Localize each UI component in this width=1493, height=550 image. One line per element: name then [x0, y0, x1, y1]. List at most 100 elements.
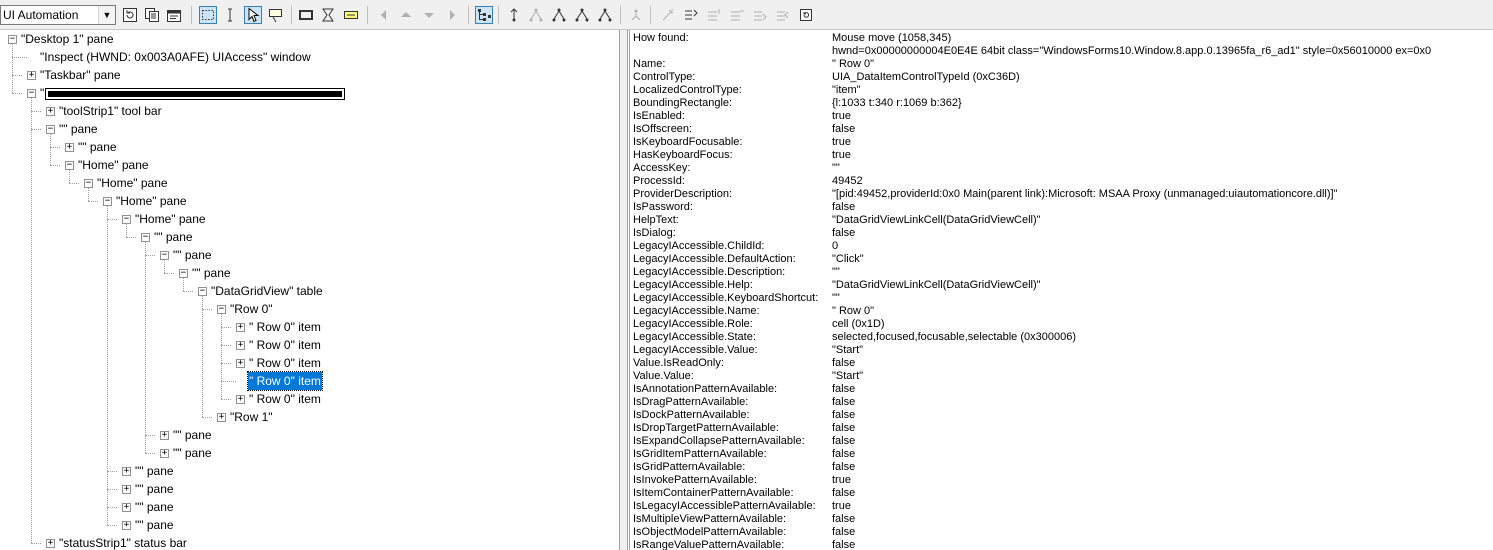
tree-connector-line — [107, 525, 117, 526]
tree-node[interactable]: + " Row 0" item — [0, 318, 610, 336]
navigate-next-sibling-icon[interactable] — [597, 7, 613, 23]
collapse-icon[interactable]: − — [217, 305, 226, 314]
navigate-back-icon[interactable] — [376, 7, 392, 23]
tree-node[interactable]: "Inspect (HWND: 0x003A0AFE) UIAccess" wi… — [0, 48, 610, 66]
expand-icon[interactable]: + — [122, 503, 131, 512]
expand-icon[interactable]: + — [122, 467, 131, 476]
expand-icon[interactable]: + — [27, 71, 36, 80]
navigate-parent-icon[interactable] — [398, 7, 414, 23]
collapse-icon[interactable]: − — [84, 179, 93, 188]
collapse-icon[interactable]: − — [46, 125, 55, 134]
tree-node[interactable]: − "DataGridView" table — [0, 282, 610, 300]
tree-node[interactable]: + "Row 1" — [0, 408, 610, 426]
copy-icon[interactable] — [144, 7, 160, 23]
action-icon[interactable] — [628, 7, 644, 23]
default-action-icon[interactable] — [660, 7, 676, 23]
add-selection-icon[interactable] — [706, 7, 722, 23]
show-tooltip-icon[interactable] — [268, 7, 284, 23]
expand-icon[interactable]: + — [236, 395, 245, 404]
tree-node[interactable]: − "Home" pane — [0, 156, 610, 174]
refresh-element-icon[interactable] — [798, 7, 814, 23]
tree-connector-line — [12, 93, 22, 94]
tree-node[interactable]: − "" pane — [0, 246, 610, 264]
navigate-next-icon[interactable] — [444, 7, 460, 23]
expand-icon[interactable]: + — [236, 359, 245, 368]
navigate-prev-sibling-icon[interactable] — [528, 7, 544, 23]
property-row: IsEnabled: true — [630, 110, 1493, 123]
tree-node[interactable]: + " Row 0" item — [0, 390, 610, 408]
element-tree[interactable]: − "Desktop 1" pane "Inspect (HWND: 0x003A0… — [0, 30, 620, 550]
collapse-icon[interactable]: − — [179, 269, 188, 278]
property-row: LegacyIAccessible.Name: " Row 0" — [630, 305, 1493, 318]
tree-node[interactable]: + "toolStrip1" tool bar — [0, 102, 610, 120]
take-focus-icon[interactable] — [752, 7, 768, 23]
collapse-icon[interactable]: − — [65, 161, 74, 170]
tree-node[interactable]: + "" pane — [0, 462, 610, 480]
expand-icon[interactable]: + — [65, 143, 74, 152]
tree-node[interactable]: − " — [0, 84, 610, 102]
property-row: LegacyIAccessible.Help: "DataGridViewLink… — [630, 279, 1493, 292]
remove-selection-icon[interactable] — [729, 7, 745, 23]
highlight-rectangle-icon[interactable] — [298, 7, 314, 23]
select-icon[interactable] — [683, 7, 699, 23]
tree-node[interactable]: − "Home" pane — [0, 210, 610, 228]
collapse-icon[interactable]: − — [160, 251, 169, 260]
tree-node[interactable]: " Row 0" item — [0, 371, 610, 391]
watch-cursor-icon[interactable] — [244, 6, 262, 24]
tree-node[interactable]: − "" pane — [0, 228, 610, 246]
expand-icon[interactable]: + — [217, 413, 226, 422]
tree-node[interactable]: − "" pane — [0, 264, 610, 282]
collapse-icon[interactable]: − — [141, 233, 150, 242]
collapse-icon[interactable]: − — [8, 35, 17, 44]
collapse-icon[interactable]: − — [27, 89, 36, 98]
tree-node[interactable]: − "Row 0" — [0, 300, 610, 318]
navigate-last-child-icon[interactable] — [775, 7, 791, 23]
property-row: IsPassword: false — [630, 201, 1493, 214]
tree-node[interactable]: + "Taskbar" pane — [0, 66, 610, 84]
tree-node-label: "" pane — [78, 140, 117, 154]
pane-splitter[interactable] — [620, 30, 628, 550]
navigate-last-icon[interactable] — [574, 7, 590, 23]
expand-icon[interactable]: + — [46, 539, 55, 548]
expand-icon[interactable]: + — [236, 341, 245, 350]
chevron-down-icon[interactable]: ▼ — [98, 6, 115, 24]
expand-icon[interactable]: + — [46, 107, 55, 116]
options-icon[interactable] — [166, 7, 182, 23]
collapse-icon[interactable]: − — [103, 197, 112, 206]
tree-node[interactable]: − "Home" pane — [0, 192, 610, 210]
watch-caret-icon[interactable] — [222, 7, 238, 23]
tree-node[interactable]: + " Row 0" item — [0, 354, 610, 372]
tree-node[interactable]: − "" pane — [0, 120, 610, 138]
tree-node[interactable]: + "" pane — [0, 138, 610, 156]
collapse-icon[interactable]: − — [122, 215, 131, 224]
tree-node[interactable]: + "statusStrip1" status bar — [0, 534, 610, 550]
property-value: false — [832, 396, 856, 408]
tree-node[interactable]: + "" pane — [0, 444, 610, 462]
tree-node-label: "Home" pane — [116, 194, 187, 208]
expand-icon[interactable]: + — [236, 323, 245, 332]
tree-node[interactable]: − "Home" pane — [0, 174, 610, 192]
tree-node[interactable]: + "" pane — [0, 426, 610, 444]
expand-icon[interactable]: + — [122, 485, 131, 494]
watch-focus-icon[interactable] — [199, 6, 217, 24]
expand-icon[interactable]: + — [122, 521, 131, 530]
expand-icon[interactable]: + — [160, 431, 169, 440]
refresh-icon[interactable] — [122, 7, 138, 23]
show-hidden-icon[interactable] — [320, 7, 336, 23]
tree-node[interactable]: + "" pane — [0, 498, 610, 516]
property-row: Name: " Row 0" — [630, 58, 1493, 71]
navigate-up-icon[interactable] — [506, 7, 522, 23]
automation-mode-select[interactable]: UI Automation ▼ — [0, 5, 116, 25]
show-caret-rect-icon[interactable] — [343, 7, 359, 23]
tree-node[interactable]: + "" pane — [0, 480, 610, 498]
collapse-icon[interactable]: − — [198, 287, 207, 296]
navigate-first-child-icon[interactable] — [421, 7, 437, 23]
tree-node-label: " — [40, 86, 45, 100]
navigate-first-icon[interactable] — [551, 7, 567, 23]
tree-node[interactable]: + "" pane — [0, 516, 610, 534]
tree-node[interactable]: − "Desktop 1" pane — [0, 30, 610, 48]
show-tree-icon[interactable] — [475, 6, 493, 24]
expand-icon[interactable]: + — [160, 449, 169, 458]
tree-node[interactable]: + " Row 0" item — [0, 336, 610, 354]
tree-node-label: " Row 0" item — [249, 356, 321, 370]
